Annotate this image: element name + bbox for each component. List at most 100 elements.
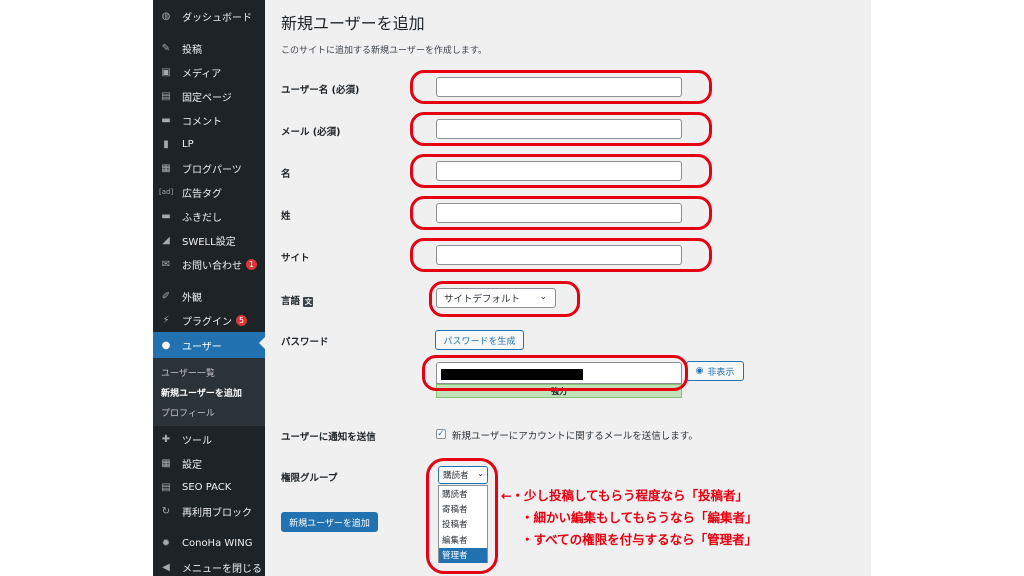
sidebar-item-dashboard[interactable]: ◍ ダッシュボード [153, 4, 265, 28]
sidebar-item-label: 広告タグ [182, 188, 222, 200]
notify-label: ユーザーに通知を送信 [281, 432, 376, 443]
notification-badge: 5 [236, 314, 247, 326]
last-name-label: 姓 [281, 211, 291, 222]
sidebar-item-contact[interactable]: ✉ お問い合わせ 1 [153, 252, 265, 276]
sidebar-item-comments[interactable]: ▬ コメント [153, 108, 265, 132]
sidebar-item-label: 投稿 [182, 44, 202, 56]
hide-password-label: 非表示 [707, 367, 735, 378]
highlight-ring-language [429, 281, 580, 317]
sidebar-item-pages[interactable]: ▤ 固定ページ [153, 84, 265, 108]
highlight-ring-password [422, 355, 688, 391]
media-icon: ▣ [161, 66, 171, 78]
screenshot-stage: ◍ ダッシュボード ✎ 投稿 ▣ メディア ▤ 固定ページ ▬ コメント ▮ LP ▦ ブログ… [0, 0, 1024, 576]
hide-password-button[interactable]: ◉ 非表示 [686, 361, 744, 381]
sidebar-item-swell-settings[interactable]: ◢ SWELL設定 [153, 228, 265, 252]
sidebar-item-users[interactable]: ● ユーザー [153, 332, 265, 358]
sidebar-item-lp[interactable]: ▮ LP [153, 132, 265, 156]
ad-icon: [ad] [159, 188, 174, 196]
page-icon: ▤ [161, 90, 171, 102]
admin-sidebar: ◍ ダッシュボード ✎ 投稿 ▣ メディア ▤ 固定ページ ▬ コメント ▮ LP ▦ ブログ… [153, 0, 265, 576]
sidebar-item-label: メニューを閉じる [182, 563, 262, 575]
highlight-ring-username [410, 70, 712, 104]
comment-icon: ▬ [161, 114, 171, 126]
sidebar-item-label: LP [182, 138, 194, 150]
sidebar-item-blog-parts[interactable]: ▦ ブログパーツ [153, 156, 265, 180]
sidebar-item-label: SEO PACK [182, 481, 232, 493]
settings-icon: ▦ [161, 457, 171, 469]
sidebar-item-media[interactable]: ▣ メディア [153, 60, 265, 84]
role-label: 権限グループ [281, 473, 338, 484]
sidebar-item-label: お問い合わせ [182, 260, 242, 272]
sidebar-item-label: ツール [182, 435, 212, 447]
password-label: パスワード [281, 337, 329, 348]
sidebar-item-tools[interactable]: ✚ ツール [153, 427, 265, 451]
eye-icon: ◉ [695, 366, 704, 376]
website-label: サイト [281, 253, 310, 264]
annotation-administrator: ・すべての権限を付与するなら「管理者」 [521, 532, 758, 547]
highlight-ring-first-name [410, 154, 712, 188]
sidebar-item-label: 固定ページ [182, 92, 232, 104]
translate-icon: 文 [303, 297, 314, 307]
highlight-ring-website [410, 238, 712, 272]
submenu-item-add-new-user[interactable]: 新規ユーザーを追加 [161, 386, 242, 399]
submenu-item-user-list[interactable]: ユーザー一覧 [161, 366, 215, 379]
highlight-ring-last-name [410, 196, 712, 230]
sidebar-item-label: 設定 [182, 459, 202, 471]
sidebar-item-label: SWELL設定 [182, 236, 236, 248]
dashboard-icon: ◍ [161, 10, 171, 22]
sidebar-item-label: ふきだし [182, 212, 222, 224]
add-new-user-button[interactable]: 新規ユーザーを追加 [281, 512, 378, 532]
sidebar-item-conoha-wing[interactable]: ✹ ConoHa WING [153, 531, 265, 555]
wrench-icon: ✚ [161, 433, 171, 445]
sidebar-item-reusable-blocks[interactable]: ↻ 再利用ブロック [153, 499, 265, 523]
pin-icon: ✎ [161, 42, 171, 54]
mail-icon: ✉ [161, 258, 171, 270]
highlight-ring-email [410, 112, 712, 146]
notify-description: 新規ユーザーにアカウントに関するメールを送信します。 [452, 431, 698, 442]
notify-checkbox[interactable]: ✓ [436, 429, 446, 439]
language-label: 言語 文 [281, 293, 314, 307]
document-icon: ▮ [163, 138, 169, 150]
sidebar-item-label: メディア [182, 68, 222, 80]
collapse-icon: ◀ [162, 561, 170, 573]
page-title: 新規ユーザーを追加 [281, 14, 425, 33]
annotation-author: ←・少し投稿してもらう程度なら「投稿者」 [501, 488, 748, 503]
sidebar-item-seo-pack[interactable]: ▤ SEO PACK [153, 475, 265, 499]
first-name-label: 名 [281, 169, 291, 180]
sidebar-item-label: 外観 [182, 292, 202, 304]
collapse-menu-button[interactable]: ◀ メニューを閉じる [153, 555, 265, 576]
sidebar-item-label: プラグイン [182, 316, 232, 328]
swell-icon: ◢ [162, 234, 170, 246]
submenu-item-profile[interactable]: プロフィール [161, 406, 215, 419]
users-submenu: ユーザー一覧 新規ユーザーを追加 プロフィール [153, 358, 265, 426]
sidebar-item-plugins[interactable]: ⚡ プラグイン 5 [153, 308, 265, 332]
generate-password-button[interactable]: パスワードを生成 [435, 330, 524, 350]
sidebar-item-label: ブログパーツ [182, 164, 242, 176]
language-label-text: 言語 [281, 296, 301, 307]
email-label: メール (必須) [281, 127, 341, 138]
sidebar-item-posts[interactable]: ✎ 投稿 [153, 36, 265, 60]
checkmark-icon: ✓ [437, 429, 445, 439]
username-label: ユーザー名 (必須) [281, 85, 360, 96]
sidebar-item-label: ConoHa WING [182, 537, 253, 549]
sidebar-item-label: ユーザー [182, 341, 222, 353]
sidebar-item-settings[interactable]: ▦ 設定 [153, 451, 265, 475]
brush-icon: ✐ [161, 290, 171, 302]
annotation-editor: ・細かい編集もしてもらうなら「編集者」 [521, 510, 758, 525]
page-description: このサイトに追加する新規ユーザーを作成します。 [281, 46, 487, 56]
sidebar-item-appearance[interactable]: ✐ 外観 [153, 284, 265, 308]
sidebar-item-label: コメント [182, 116, 222, 128]
sidebar-item-label: ダッシュボード [182, 12, 252, 24]
highlight-ring-role [426, 458, 498, 574]
seo-icon: ▤ [161, 481, 171, 493]
gear-icon: ✹ [161, 537, 171, 549]
sidebar-item-label: 再利用ブロック [182, 507, 252, 519]
user-icon: ● [161, 339, 171, 351]
notification-badge: 1 [246, 258, 257, 270]
sidebar-item-balloon[interactable]: ▬ ふきだし [153, 204, 265, 228]
reuse-icon: ↻ [161, 505, 171, 517]
balloon-icon: ▬ [161, 210, 171, 222]
sidebar-item-ad-tags[interactable]: [ad] 広告タグ [153, 180, 265, 204]
grid-icon: ▦ [161, 162, 171, 174]
plugin-icon: ⚡ [162, 314, 170, 326]
